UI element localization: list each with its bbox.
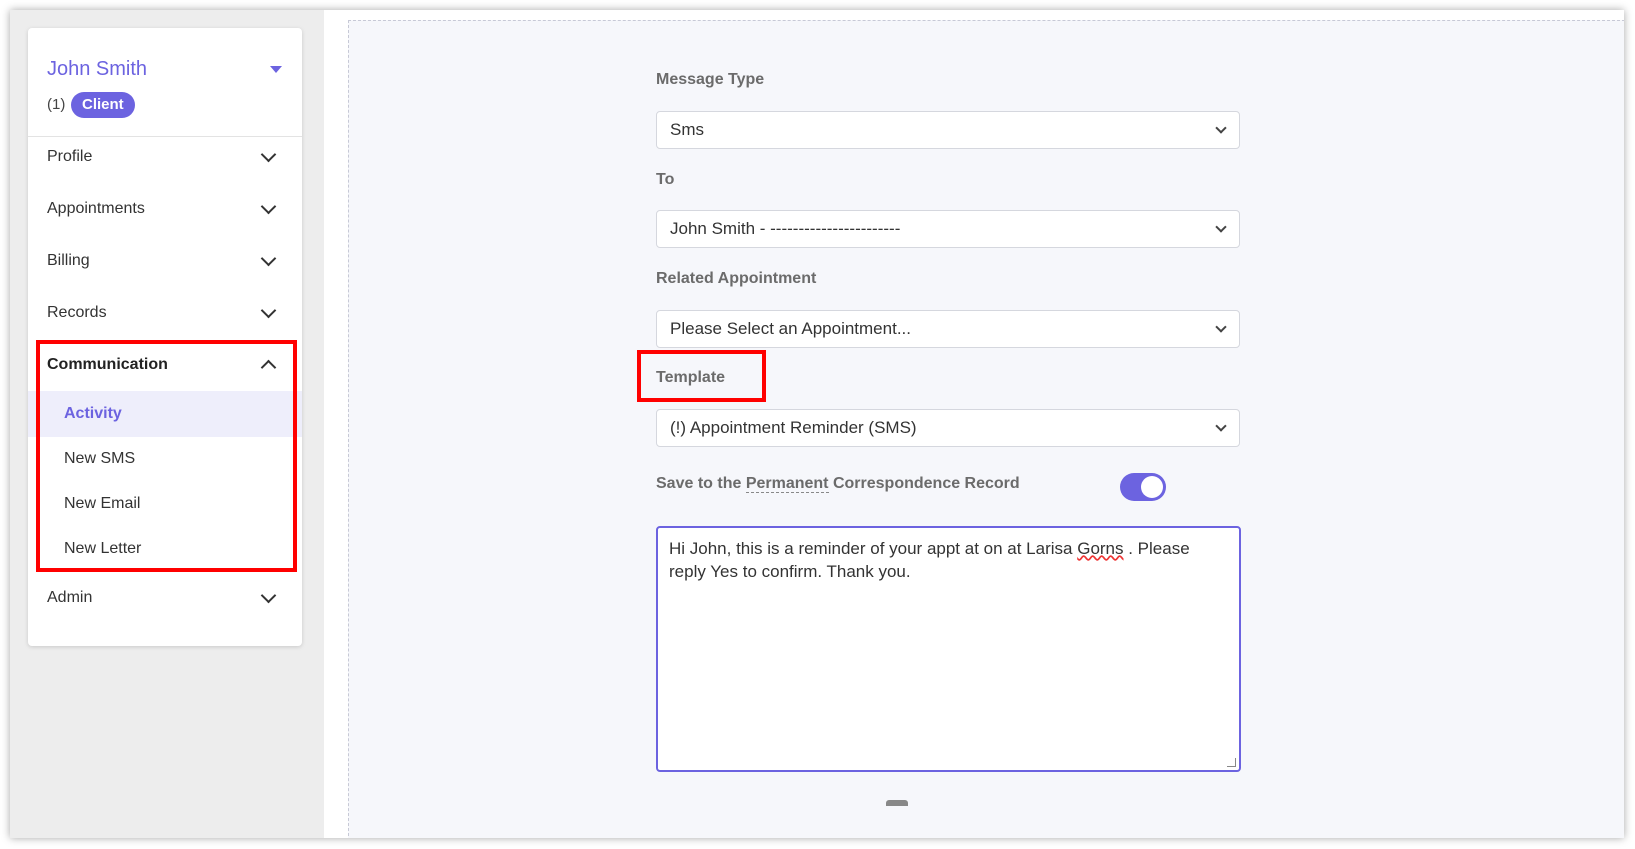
save-record-label: Save to the Permanent Correspondence Rec…: [656, 475, 1020, 493]
chevron-down-icon[interactable]: [260, 146, 277, 163]
chevron-down-icon[interactable]: [260, 198, 277, 215]
chevron-down-icon: [1215, 122, 1227, 134]
user-name[interactable]: John Smith: [47, 58, 147, 81]
chevron-down-icon[interactable]: [260, 587, 277, 604]
to-select[interactable]: John Smith - -----------------------: [656, 210, 1240, 248]
message-misspelled-word: Gorns: [1077, 539, 1124, 558]
divider: [28, 136, 302, 137]
to-label: To: [656, 171, 675, 188]
save-prefix: Save to the: [656, 475, 742, 492]
chevron-down-icon: [1215, 221, 1227, 233]
highlight-box-template: [637, 350, 766, 402]
message-type-select[interactable]: Sms: [656, 111, 1240, 149]
template-select[interactable]: (!) Appointment Reminder (SMS): [656, 409, 1240, 447]
message-body-textarea[interactable]: Hi John, this is a reminder of your appt…: [656, 526, 1241, 772]
sidebar-item-billing[interactable]: Billing: [47, 252, 90, 270]
message-type-value: Sms: [670, 120, 704, 139]
sidebar-item-appointments[interactable]: Appointments: [47, 200, 145, 218]
scroll-indicator: [886, 800, 908, 806]
message-text-part1: Hi John, this is a reminder of your appt…: [669, 539, 1078, 558]
related-appointment-label: Related Appointment: [656, 270, 817, 287]
sidebar-item-admin[interactable]: Admin: [47, 589, 92, 607]
chevron-down-icon: [1215, 321, 1227, 333]
user-menu-caret-icon[interactable]: [270, 66, 282, 73]
sidebar-item-records[interactable]: Records: [47, 304, 107, 322]
related-appointment-select[interactable]: Please Select an Appointment...: [656, 310, 1240, 348]
resize-handle-icon[interactable]: [1227, 758, 1236, 767]
to-value: John Smith - -----------------------: [670, 219, 901, 238]
highlight-box-communication: [36, 340, 297, 572]
chevron-down-icon: [1215, 420, 1227, 432]
chevron-down-icon[interactable]: [260, 250, 277, 267]
message-type-label: Message Type: [656, 71, 765, 88]
sidebar-item-profile[interactable]: Profile: [47, 148, 92, 166]
related-appointment-value: Please Select an Appointment...: [670, 319, 911, 338]
save-suffix: Correspondence Record: [832, 475, 1020, 492]
chevron-down-icon[interactable]: [260, 302, 277, 319]
user-count: (1): [47, 96, 66, 113]
app-window: John Smith (1) Client Profile Appointmen…: [10, 10, 1624, 838]
toggle-knob: [1141, 476, 1163, 498]
template-value: (!) Appointment Reminder (SMS): [670, 418, 917, 437]
client-badge: Client: [71, 92, 135, 118]
save-record-toggle[interactable]: [1120, 473, 1166, 501]
permanent-term[interactable]: Permanent: [745, 475, 829, 493]
